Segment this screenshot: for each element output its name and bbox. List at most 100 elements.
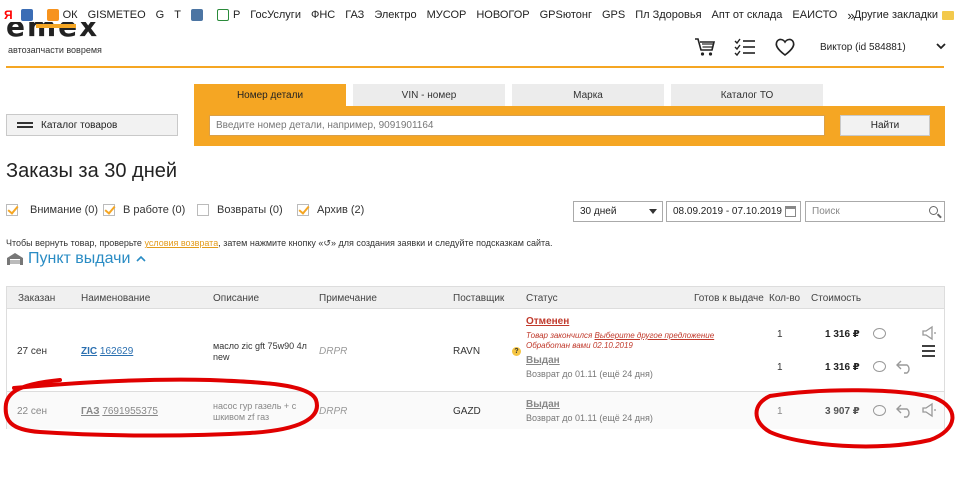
checkbox-icon[interactable] <box>297 204 309 216</box>
filter-attention[interactable]: Внимание (0) <box>6 204 98 216</box>
vk-icon <box>190 9 203 21</box>
catalog-button-label: Каталог товаров <box>41 120 118 131</box>
other-bookmarks[interactable]: Другие закладки <box>854 0 954 30</box>
info-icon[interactable]: ? <box>512 347 521 356</box>
folder-icon <box>942 10 954 20</box>
checklist-icon[interactable] <box>734 36 756 58</box>
part-number-link[interactable]: 162629 <box>100 346 133 357</box>
bookmark-label: ГосУслуги <box>250 9 301 21</box>
col-cost: Стоимость <box>811 293 862 304</box>
table-header: Заказан Наименование Описание Примечание… <box>7 287 944 309</box>
bookmark-label: Электро <box>374 9 417 21</box>
part-number-link[interactable]: 7691955375 <box>102 406 158 417</box>
pickup-point-toggle[interactable]: Пункт выдачи <box>6 250 147 268</box>
orders-search-input[interactable]: Поиск <box>805 201 945 222</box>
part-brand: ГАЗ <box>81 406 100 417</box>
bookmark-label: ГАЗ <box>345 9 365 21</box>
menu-icon[interactable] <box>921 343 937 362</box>
bookmark-label: Апт от склада <box>711 9 783 21</box>
dropdown-arrow-icon <box>649 209 657 214</box>
checkbox-icon[interactable] <box>103 204 115 216</box>
bookmark-icon <box>20 9 33 21</box>
status-issued: Выдан <box>526 399 560 410</box>
comment-icon[interactable] <box>873 361 886 372</box>
checkbox-icon[interactable] <box>197 204 209 216</box>
hint-text: Чтобы вернуть товар, проверьте <box>6 238 145 248</box>
bookmark-yandex[interactable]: Я <box>4 8 13 22</box>
part-description: насос гур газель + с шкивом zf газ <box>213 401 297 422</box>
bookmark-item[interactable]: Пл Здоровья <box>635 0 701 30</box>
bookmark-item[interactable]: GPS <box>602 0 625 30</box>
bookmark-label: GISMETEO <box>87 9 146 21</box>
user-menu[interactable]: Виктор (id 584881) <box>820 42 906 53</box>
bookmark-item[interactable]: Апт от склада <box>712 0 783 30</box>
status-cancelled: Отменен <box>526 316 570 327</box>
order-note: DRPR <box>319 406 348 417</box>
bookmark-label: G <box>155 9 165 21</box>
col-description: Описание <box>213 293 260 304</box>
bookmark-item[interactable]: Электро <box>374 0 416 30</box>
cart-icon[interactable] <box>694 36 716 58</box>
tab-part-number[interactable]: Номер детали <box>194 84 346 106</box>
col-qty: Кол-во <box>769 293 801 304</box>
bookmark-icon <box>46 9 59 21</box>
emex-logo[interactable]: emex <box>6 22 146 40</box>
megaphone-icon[interactable] <box>921 402 937 421</box>
filter-archive[interactable]: Архив (2) <box>297 204 364 216</box>
bookmark-label: ЕАИСТО <box>792 9 838 21</box>
checkbox-icon[interactable] <box>6 204 18 216</box>
bookmark-label: НОВОГОР <box>476 9 530 21</box>
bookmark-item[interactable]: GPSютонг <box>540 0 592 30</box>
choose-other-offer-link[interactable]: Выберите другое предложение <box>595 331 715 340</box>
bookmark-item[interactable]: ГосУслуги <box>250 0 301 30</box>
heart-icon[interactable] <box>774 36 796 58</box>
order-date: 27 сен <box>17 346 47 357</box>
bookmark-item[interactable]: ЕАИСТО <box>792 0 837 30</box>
comment-icon[interactable] <box>873 405 886 416</box>
period-select[interactable]: 30 дней <box>573 201 663 222</box>
part-description: масло zic gft 75w90 4л new <box>213 341 307 362</box>
bookmark-item[interactable] <box>190 0 207 30</box>
bookmark-item[interactable]: МУСОР <box>427 0 467 30</box>
filter-returns[interactable]: Возвраты (0) <box>197 204 283 216</box>
return-deadline: Возврат до 01.11 (ещё 24 дня) <box>526 369 653 379</box>
bookmark-item[interactable]: Т <box>174 0 181 30</box>
catalog-button[interactable]: Каталог товаров <box>6 114 178 136</box>
price: 1 316 ₽ <box>825 362 860 373</box>
tab-maintenance-catalog[interactable]: Каталог ТО <box>671 84 823 106</box>
bookmark-label: GPS <box>601 9 626 21</box>
col-status: Статус <box>526 293 558 304</box>
filter-in-progress[interactable]: В работе (0) <box>103 204 185 216</box>
bookmark-item[interactable]: G <box>156 0 165 30</box>
other-bookmarks-label: Другие закладки <box>853 9 938 21</box>
bookmark-item[interactable]: ГАЗ <box>345 0 364 30</box>
part-number-input[interactable]: Введите номер детали, например, 90919011… <box>209 115 825 136</box>
comment-icon[interactable] <box>873 328 886 339</box>
date-range-picker[interactable]: 08.09.2019 - 07.10.2019 <box>666 201 801 222</box>
qty: 1 <box>777 406 783 417</box>
calendar-icon[interactable] <box>785 206 796 217</box>
qty: 1 <box>777 329 783 340</box>
bookmark-item[interactable]: НОВОГОР <box>476 0 529 30</box>
return-conditions-link[interactable]: условия возврата <box>144 238 218 248</box>
bookmark-item[interactable]: Р <box>216 0 240 30</box>
find-button[interactable]: Найти <box>840 115 930 136</box>
bookmark-item[interactable]: ФНС <box>311 0 335 30</box>
order-note: DRPR <box>319 346 348 357</box>
return-icon[interactable] <box>896 402 914 421</box>
col-note: Примечание <box>319 293 377 304</box>
supplier: GAZD <box>453 406 481 417</box>
price: 3 907 ₽ <box>825 406 860 417</box>
table-row: 27 сен ZIC 162629 масло zic gft 75w90 4л… <box>7 309 944 392</box>
bookmark-label: Т <box>174 9 181 21</box>
return-deadline: Возврат до 01.11 (ещё 24 дня) <box>526 413 653 423</box>
tab-vin[interactable]: VIN - номер <box>353 84 505 106</box>
col-ordered: Заказан <box>18 293 56 304</box>
tab-brand[interactable]: Марка <box>512 84 664 106</box>
megaphone-icon[interactable] <box>921 325 937 344</box>
col-ready: Готов к выдаче <box>694 293 764 304</box>
return-icon[interactable] <box>896 358 914 377</box>
search-icon[interactable] <box>929 206 938 215</box>
filter-label: Возвраты (0) <box>217 204 283 216</box>
chevron-down-icon[interactable] <box>936 42 946 53</box>
